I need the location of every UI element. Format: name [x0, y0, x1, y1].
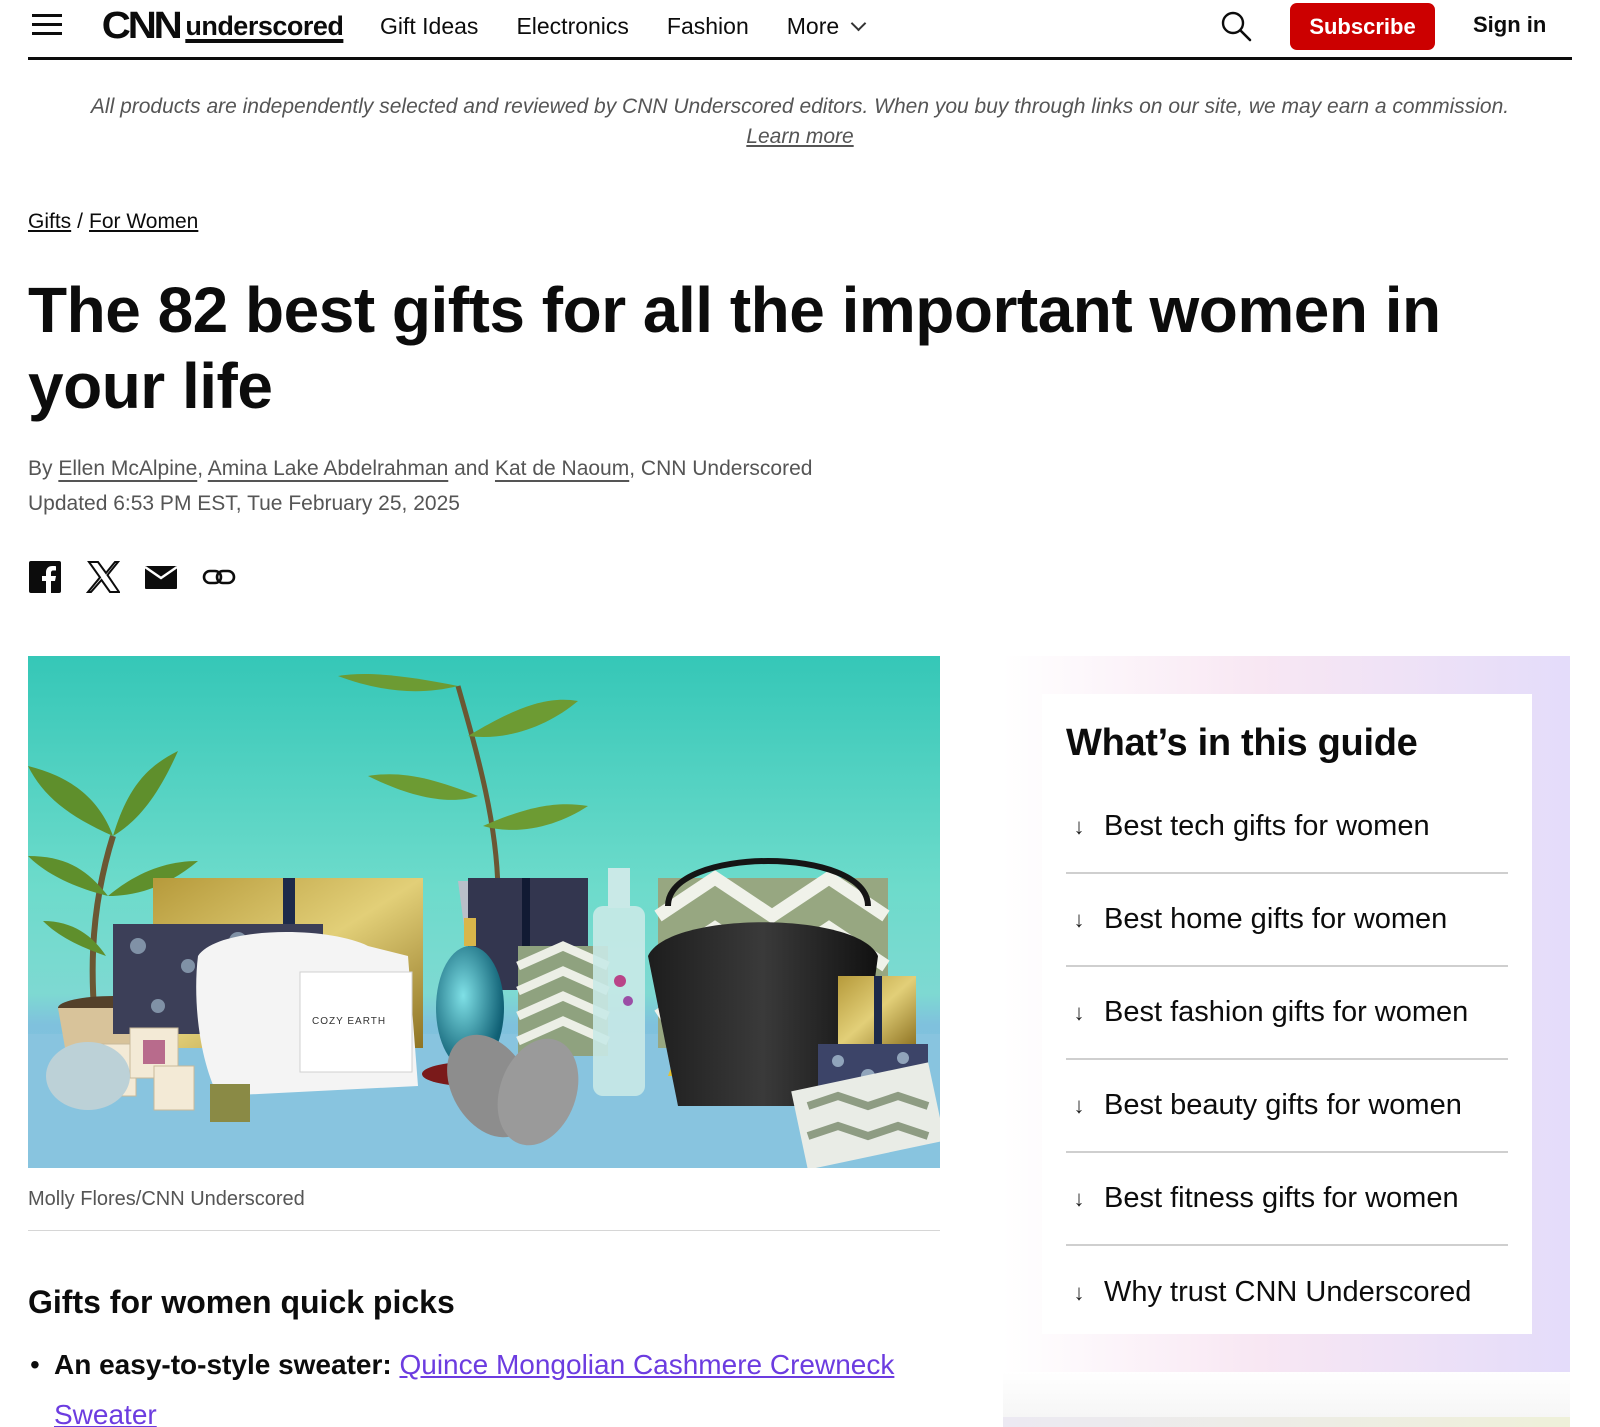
byline: By Ellen McAlpine, Amina Lake Abdelrahma…	[28, 454, 812, 484]
toc-item-label: Best fashion gifts for women	[1104, 996, 1469, 1028]
arrow-down-icon: ↓	[1073, 813, 1085, 839]
caption-divider	[28, 1230, 940, 1231]
byline-suffix: , CNN Underscored	[629, 457, 813, 480]
toc-item-beauty[interactable]: ↓ Best beauty gifts for women	[1066, 1060, 1508, 1153]
link-icon[interactable]	[202, 560, 236, 594]
updated-timestamp: Updated 6:53 PM EST, Tue February 25, 20…	[28, 492, 460, 515]
image-caption: Molly Flores/CNN Underscored	[28, 1188, 305, 1210]
sidebar-fade	[1003, 1372, 1570, 1427]
toc-item-why-trust[interactable]: ↓ Why trust CNN Underscored	[1066, 1246, 1508, 1339]
nav-fashion[interactable]: Fashion	[667, 12, 749, 40]
breadcrumb-separator: /	[77, 210, 84, 233]
nav-gift-ideas[interactable]: Gift Ideas	[380, 12, 478, 40]
share-bar	[28, 560, 236, 594]
list-bullet: •	[30, 1349, 40, 1380]
learn-more-link[interactable]: Learn more	[746, 125, 853, 148]
arrow-down-icon: ↓	[1073, 1092, 1085, 1118]
breadcrumb-gifts[interactable]: Gifts	[28, 210, 71, 233]
underscored-logo-text: underscored	[185, 10, 344, 41]
breadcrumb-for-women[interactable]: For Women	[89, 210, 198, 233]
cnn-logo-mark: CNN	[101, 5, 183, 47]
byline-comma: ,	[197, 457, 208, 480]
x-icon[interactable]	[86, 560, 120, 594]
toc-item-label: Best beauty gifts for women	[1104, 1089, 1462, 1121]
sign-in-link[interactable]: Sign in	[1473, 12, 1546, 38]
breadcrumb: Gifts / For Women	[28, 210, 198, 234]
quick-picks-list: • An easy-to-style sweater: Quince Mongo…	[28, 1340, 940, 1427]
author-link[interactable]: Kat de Naoum	[495, 457, 629, 480]
facebook-icon[interactable]	[28, 560, 62, 594]
cozy-earth-label: COZY EARTH	[312, 1016, 386, 1027]
email-icon[interactable]	[144, 560, 178, 594]
main-nav: Gift Ideas Electronics Fashion More	[380, 12, 902, 40]
toc-item-fashion[interactable]: ↓ Best fashion gifts for women	[1066, 967, 1508, 1060]
toc-item-label: Why trust CNN Underscored	[1104, 1276, 1472, 1308]
nav-electronics[interactable]: Electronics	[516, 12, 628, 40]
toc-item-label: Best fitness gifts for women	[1104, 1182, 1459, 1214]
toc-item-tech[interactable]: ↓ Best tech gifts for women	[1066, 781, 1508, 874]
author-link[interactable]: Ellen McAlpine	[58, 457, 197, 480]
disclaimer-text: All products are independently selected …	[90, 95, 1510, 118]
quick-picks-heading: Gifts for women quick picks	[28, 1284, 455, 1320]
guide-heading: What’s in this guide	[1066, 722, 1418, 764]
list-item: • An easy-to-style sweater: Quince Mongo…	[28, 1340, 940, 1427]
quick-pick-lead: An easy-to-style sweater:	[54, 1349, 400, 1380]
affiliate-disclaimer: All products are independently selected …	[80, 92, 1520, 152]
byline-prefix: By	[28, 457, 59, 480]
nav-more-label: More	[786, 13, 840, 39]
author-link[interactable]: Amina Lake Abdelrahman	[208, 457, 449, 480]
arrow-down-icon: ↓	[1073, 999, 1085, 1025]
toc-item-label: Best home gifts for women	[1104, 903, 1448, 935]
arrow-down-icon: ↓	[1073, 1185, 1085, 1211]
subscribe-button[interactable]: Subscribe	[1290, 3, 1435, 50]
menu-icon[interactable]	[32, 14, 62, 36]
chevron-down-icon	[850, 15, 867, 31]
nav-more[interactable]: More	[786, 12, 867, 40]
hero-image: COZY EARTH	[28, 656, 940, 1168]
arrow-down-icon: ↓	[1073, 1279, 1085, 1305]
toc-item-home[interactable]: ↓ Best home gifts for women	[1066, 874, 1508, 967]
site-logo[interactable]: CNN underscored	[101, 5, 344, 47]
article-title: The 82 best gifts for all the important …	[28, 274, 1441, 422]
toc-item-fitness[interactable]: ↓ Best fitness gifts for women	[1066, 1153, 1508, 1246]
arrow-down-icon: ↓	[1073, 906, 1085, 932]
toc-item-label: Best tech gifts for women	[1104, 810, 1430, 842]
search-icon[interactable]	[1220, 10, 1252, 42]
sidebar-ad-strip	[1003, 1417, 1570, 1427]
site-header: CNN underscored Gift Ideas Electronics F…	[28, 0, 1572, 60]
byline-and: and	[448, 457, 495, 480]
table-of-contents: What’s in this guide ↓ Best tech gifts f…	[1042, 694, 1532, 1334]
